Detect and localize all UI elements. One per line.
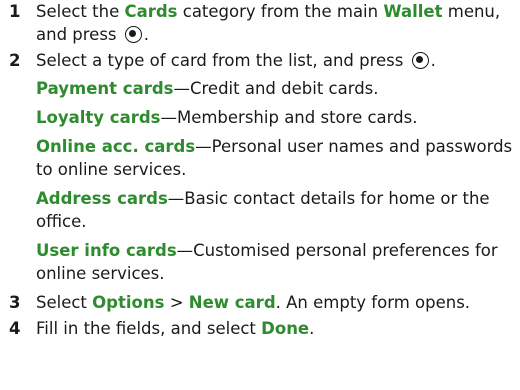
- card-type-list: Payment cards—Credit and debit cards. Loy…: [36, 77, 517, 285]
- card-type-item: User info cards—Customised personal pref…: [36, 239, 517, 285]
- step-1: 1 Select the Cards category from the main…: [9, 0, 517, 46]
- card-type-item: Address cards—Basic contact details for …: [36, 187, 517, 233]
- card-type-item: Payment cards—Credit and debit cards.: [36, 77, 517, 100]
- step-text-run: Fill in the fields, and select: [36, 319, 262, 338]
- card-type-name: Loyalty cards: [36, 108, 161, 127]
- card-type-item: Loyalty cards—Membership and store cards…: [36, 106, 517, 129]
- step-text: Select Options > New card. An empty form…: [36, 291, 517, 314]
- card-type-description: —Membership and store cards.: [160, 108, 418, 127]
- card-type-name: Address cards: [36, 189, 168, 208]
- menu-term: Wallet: [383, 2, 443, 21]
- card-type-name: User info cards: [36, 241, 177, 260]
- step-2: 2 Select a type of card from the list, an…: [9, 49, 517, 285]
- step-text-run: category from the main: [177, 2, 384, 21]
- card-type-name: Online acc. cards: [36, 137, 196, 156]
- step-text-run: . An empty form opens.: [275, 293, 471, 312]
- step-number: 3: [9, 293, 21, 312]
- joystick-select-icon: [411, 52, 429, 69]
- menu-term: Done: [261, 319, 310, 338]
- step-text-run: .: [430, 51, 436, 70]
- menu-term: Options: [92, 293, 165, 312]
- step-text: Select a type of card from the list, and…: [36, 49, 517, 72]
- card-type-description: —Credit and debit cards.: [173, 79, 379, 98]
- step-text-run: Select a type of card from the list, and…: [36, 51, 409, 70]
- step-text: Fill in the fields, and select Done.: [36, 317, 517, 340]
- card-type-name: Payment cards: [36, 79, 174, 98]
- step-text: Select the Cards category from the main …: [36, 0, 517, 46]
- step-text-run: Select: [36, 293, 93, 312]
- step-4: 4 Fill in the fields, and select Done.: [9, 317, 517, 340]
- step-text-run: .: [143, 25, 150, 44]
- step-number: 4: [9, 319, 21, 338]
- card-type-item: Online acc. cards—Personal user names an…: [36, 135, 517, 181]
- instruction-steps: 1 Select the Cards category from the main…: [9, 0, 517, 343]
- menu-term: New card: [188, 293, 276, 312]
- joystick-select-icon: [124, 26, 142, 43]
- menu-term: Cards: [124, 2, 178, 21]
- step-number: 1: [9, 2, 21, 21]
- step-text-run: >: [164, 293, 189, 312]
- step-3: 3 Select Options > New card. An empty for…: [9, 291, 517, 314]
- step-text-run: .: [309, 319, 315, 338]
- step-number: 2: [9, 51, 21, 70]
- step-text-run: Select the: [36, 2, 125, 21]
